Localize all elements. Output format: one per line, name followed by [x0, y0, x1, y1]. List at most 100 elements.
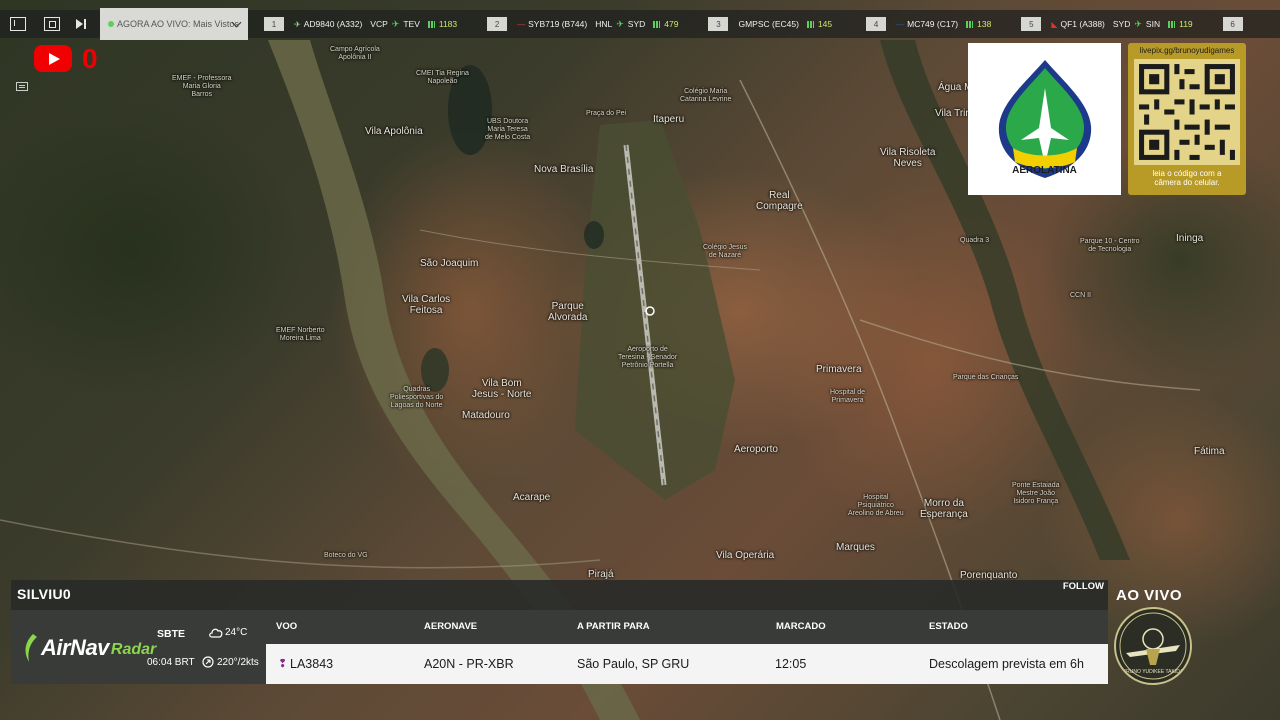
qr-caption: leia o código com a câmera do celular. [1152, 169, 1222, 187]
cloud-icon [209, 628, 223, 638]
map-label: Vila Operária [716, 550, 775, 561]
ticker-callsign: AD9840 (A332) [303, 19, 363, 29]
airnav-leaf-icon [25, 634, 37, 662]
map-label: Colégio Jesus de Nazaré [703, 244, 747, 259]
map-label: Praça do Pei [586, 110, 627, 117]
airline-tail-icon: ❢ [278, 658, 288, 670]
ticker-rank: 2 [487, 17, 508, 31]
airline-logo-icon: — [896, 19, 905, 29]
youtube-icon[interactable] [34, 45, 72, 72]
map-label: Colégio Maria Catarina Levrine [680, 88, 732, 103]
ticker-origin: VCP [370, 19, 388, 29]
ticker-rank: 3 [708, 17, 729, 31]
live-dot-icon [108, 21, 114, 27]
wind-value: 220°/2kts [217, 656, 259, 668]
map-label: Nova Brasília [534, 164, 594, 175]
live-flights-label: AGORA AO VIVO: Mais Vistos [117, 19, 239, 29]
map-label: Vila Risoleta Neves [880, 147, 936, 169]
map-label: Marques [836, 542, 875, 553]
ticker-callsign: GMPSC (EC45) [738, 19, 799, 29]
viewers-icon [427, 20, 435, 28]
plane-icon: ✈ [391, 18, 400, 29]
map-label: CMEI Tia Regina Napoleão [416, 70, 469, 85]
live-label: AO VIVO [1116, 587, 1183, 604]
ticker-origin: SYD [1112, 19, 1131, 29]
scheduled-time: 12:05 [775, 657, 807, 671]
map-label: Matadouro [462, 410, 510, 421]
map-label: Parque 10 - Centro de Tecnologia [1080, 238, 1140, 253]
ticker-flight[interactable]: 2 — SYB719 (B744) HNL ✈ SYD 479 [487, 17, 678, 31]
ticker-destination: SYD [627, 19, 646, 29]
flight-info-panel: SILVIU0 FOLLOW AirNav Radar SBTE 06:04 B… [11, 580, 1108, 684]
collapse-sidebar-icon[interactable] [10, 17, 26, 31]
qr-url: livepix.gg/brunoyudigames [1139, 46, 1235, 55]
ticker-viewers: 119 [1179, 19, 1193, 29]
ticker-viewers: 1183 [438, 19, 458, 29]
flight-number: LA3843 [290, 657, 334, 671]
map-label: Pirajá [588, 569, 614, 580]
ticker-viewers: 145 [817, 19, 833, 29]
destination: São Paulo, SP GRU [577, 657, 690, 671]
map-label: Campo Agrícola Apolônia II [330, 46, 380, 61]
list-view-icon[interactable] [12, 76, 32, 96]
aerolatina-shield-icon [998, 60, 1091, 178]
map-label: Quadra 3 [960, 237, 990, 244]
viewers-icon [806, 20, 814, 28]
skip-next-icon[interactable] [74, 17, 88, 31]
map-label: Hospital de Primavera [830, 389, 866, 404]
airnav-radar-logo: AirNav Radar [23, 634, 156, 662]
ticker-destination: TEV [403, 19, 420, 29]
ticker-origin: HNL [595, 19, 613, 29]
map-label: Primavera [816, 364, 862, 375]
ticker-rank: 6 [1222, 17, 1243, 31]
map-label: Ponte Estaiada Mestre João Isidoro Franç… [1012, 482, 1060, 505]
plane-icon: ✈ [1134, 18, 1142, 29]
map-label: EMEF - Professora Maria Gloria Barros [172, 75, 232, 98]
map-label: Ininga [1176, 233, 1204, 244]
map-label: Quadras Poliesportivas do Lagoas do Nort… [390, 386, 444, 409]
wind-direction-icon [202, 656, 214, 668]
map-label: EMEF Norberto Moreira Lima [276, 327, 325, 342]
expand-window-icon[interactable] [44, 17, 60, 31]
ticker-flight[interactable]: 4 — MC749 (C17) 138 [866, 17, 991, 31]
map-label: CCN II [1070, 292, 1091, 299]
map-label: Vila Bom Jesus - Norte [472, 378, 532, 400]
badge-text: BRUNO YUDIKEE TAKIDA [1122, 669, 1184, 675]
ticker-callsign: SYB719 (B744) [528, 19, 588, 29]
ticker-viewers: 138 [977, 19, 992, 29]
temperature-value: 24°C [225, 626, 248, 638]
wind: 220°/2kts [202, 656, 259, 668]
airport-code: SBTE [157, 628, 186, 640]
map-label: Acarape [513, 492, 551, 503]
map-label: Morro da Esperança [920, 498, 968, 520]
top-ticker-bar: AGORA AO VIVO: Mais Vistos 1 ✈ AD9840 (A… [0, 8, 1280, 40]
map-label: Parque Alvorada [548, 301, 588, 323]
header-aircraft: AERONAVE [424, 621, 478, 632]
ticker-callsign: MC749 (C17) [907, 19, 959, 29]
airport-label: Aeroporto de Teresina - Senador Petrônio… [618, 346, 678, 369]
flight-status: Descolagem prevista em 6h [929, 657, 1084, 671]
local-time: 06:04 BRT [147, 657, 195, 668]
ticker-flight[interactable]: 5 ◣ QF1 (A388) SYD ✈ SIN 119 [1021, 17, 1193, 31]
streamer-badge: BRUNO YUDIKEE TAKIDA [1114, 607, 1192, 685]
flight-row[interactable]: ❢ LA3843 A20N - PR-XBR São Paulo, SP GRU… [266, 644, 1108, 684]
ticker-flight[interactable]: 6 [1222, 17, 1253, 31]
ticker-destination: SIN [1145, 19, 1161, 29]
aerolatina-name: AEROLATINA [1012, 165, 1077, 176]
live-flights-dropdown[interactable]: AGORA AO VIVO: Mais Vistos [100, 8, 248, 40]
map-label: Hospital Psiquiátrico Areolino de Abreu [848, 494, 904, 517]
donation-qr-card[interactable]: livepix.gg/brunoyudigames leia o código … [1128, 43, 1246, 195]
ticker-viewers: 479 [664, 19, 679, 29]
youtube-count: 0 [82, 43, 98, 74]
map-label: Real Compagre [756, 190, 803, 212]
ticker-flight[interactable]: 1 ✈ AD9840 (A332) VCP ✈ TEV 1183 [264, 17, 457, 31]
ticker-rank: 5 [1021, 17, 1042, 31]
map-label: Aeroporto [734, 444, 778, 455]
ticker-rank: 4 [866, 17, 887, 31]
viewers-icon [653, 20, 661, 28]
map-label: Vila Apolônia [365, 126, 423, 137]
map-label: Vila Carlos Feitosa [402, 294, 451, 316]
aerolatina-logo: AEROLATINA [968, 43, 1121, 195]
ticker-flight[interactable]: 3 GMPSC (EC45) 145 [708, 17, 832, 31]
follow-button[interactable]: FOLLOW [1063, 581, 1104, 592]
